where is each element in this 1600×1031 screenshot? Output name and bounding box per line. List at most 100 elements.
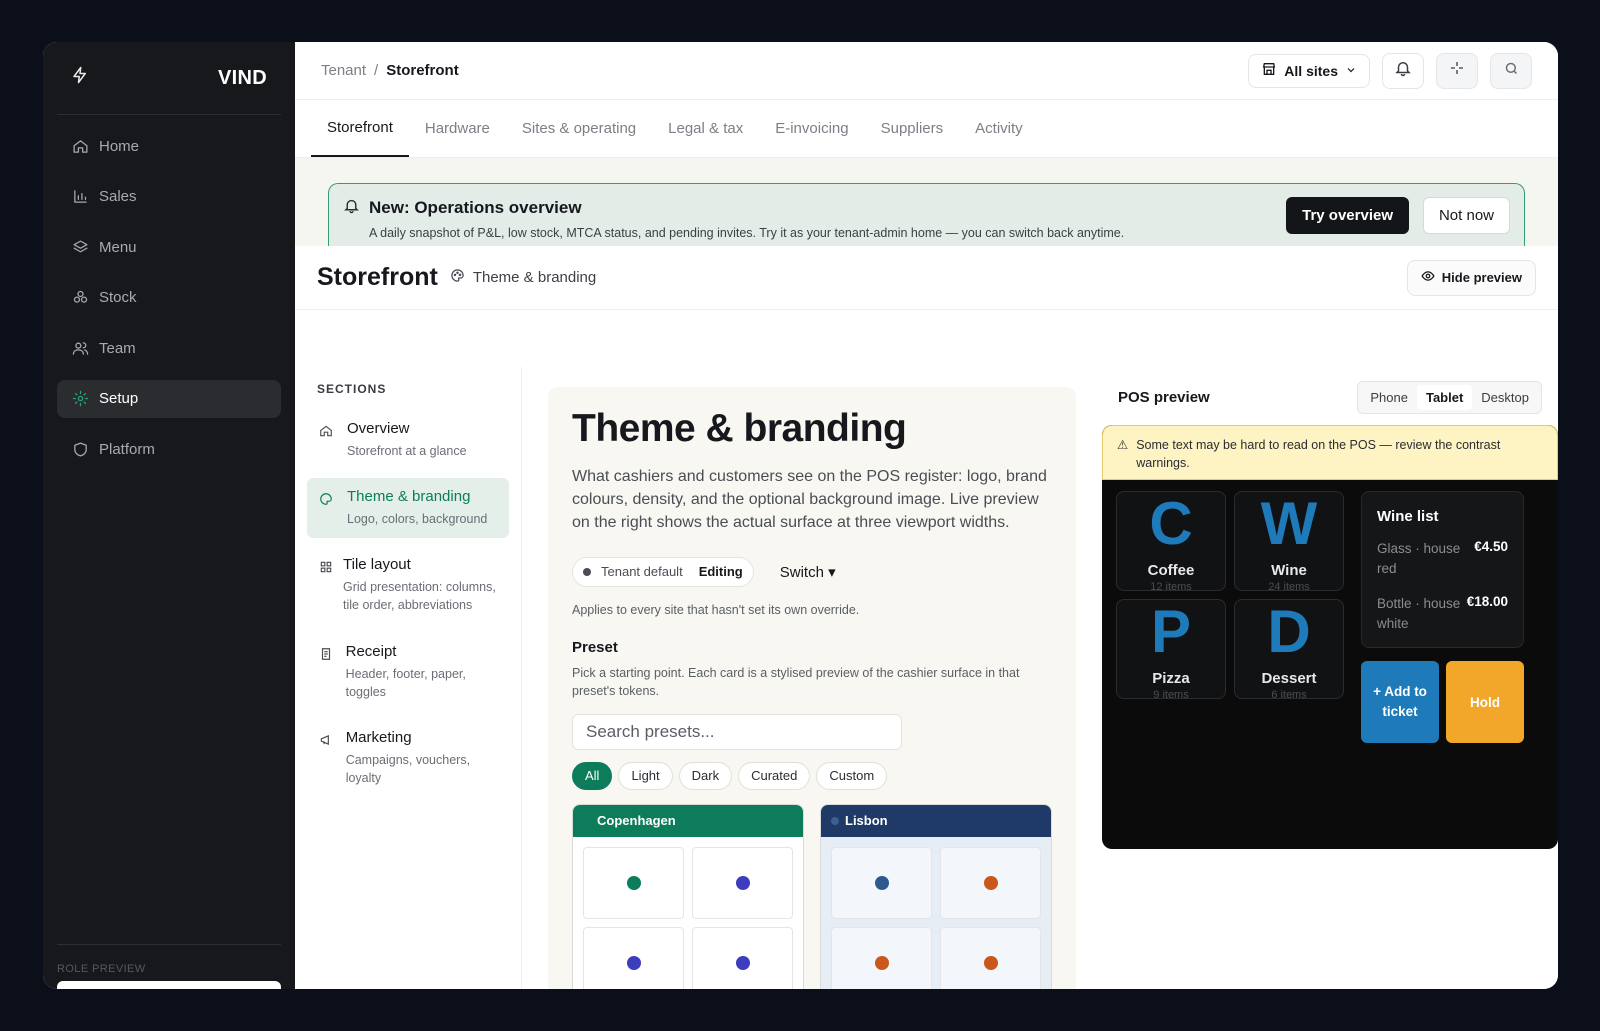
theme-description: What cashiers and customers see on the P… xyxy=(572,468,1047,532)
applies-note: Applies to every site that hasn't set it… xyxy=(572,602,860,617)
section-item-marketing[interactable]: Marketing Campaigns, vouchers, loyalty xyxy=(307,719,509,797)
category-count: 24 items xyxy=(1268,581,1310,593)
category-count: 9 items xyxy=(1153,689,1189,701)
wine-price: €18.00 xyxy=(1466,593,1508,609)
sidebar-item-sales[interactable]: Sales xyxy=(57,178,281,216)
subtitle-text: Theme & branding xyxy=(472,269,597,286)
hide-preview-button[interactable]: Hide preview xyxy=(1406,259,1536,296)
viewport-tablet[interactable]: Tablet xyxy=(1416,385,1473,410)
scope-default[interactable]: Tenant default xyxy=(601,564,683,579)
brand-name: VIND xyxy=(218,66,267,89)
section-description: Grid presentation: columns, tile order, … xyxy=(343,580,496,613)
section-item-overview[interactable]: Overview Storefront at a glance xyxy=(307,410,509,470)
category-tile-dessert[interactable]: D Dessert 6 items xyxy=(1234,598,1344,701)
tab-sites-operating[interactable]: Sites & operating xyxy=(506,100,652,157)
tab-e-invoicing[interactable]: E-invoicing xyxy=(759,100,864,157)
section-description: Logo, colors, background xyxy=(347,512,488,527)
bolt-icon[interactable] xyxy=(71,65,89,91)
tab-activity[interactable]: Activity xyxy=(959,100,1039,157)
ai-assist-button[interactable] xyxy=(1436,52,1478,89)
all-sites-label: All sites xyxy=(1284,62,1338,79)
not-now-button[interactable]: Not now xyxy=(1422,197,1510,234)
search-button[interactable] xyxy=(1490,52,1532,89)
sidebar-item-setup[interactable]: Setup xyxy=(57,379,281,418)
theme-panel: Theme & branding What cashiers and custo… xyxy=(522,367,1102,989)
role-preview-select[interactable] xyxy=(57,981,281,989)
try-overview-button[interactable]: Try overview xyxy=(1286,197,1409,234)
main: Tenant / Storefront All sites Storefront… xyxy=(295,42,1558,989)
sidebar-item-label: Stock xyxy=(99,289,137,306)
preset-tile xyxy=(831,846,932,919)
viewport-desktop[interactable]: Desktop xyxy=(1472,385,1538,410)
sidebar-item-menu[interactable]: Menu xyxy=(57,228,281,266)
page-title: Storefront xyxy=(317,263,438,291)
sidebar-item-stock[interactable]: Stock xyxy=(57,279,281,317)
pos-surface: ⚠ Some text may be hard to read on the P… xyxy=(1102,425,1558,849)
sidebar-item-platform[interactable]: Platform xyxy=(57,430,281,468)
all-sites-dropdown[interactable]: All sites xyxy=(1248,53,1370,88)
breadcrumb-tenant[interactable]: Tenant xyxy=(321,62,366,79)
viewport-switch: Phone Tablet Desktop xyxy=(1357,381,1542,414)
preset-tile xyxy=(692,926,793,989)
preset-description: Pick a starting point. Each card is a st… xyxy=(572,665,1020,698)
eye-icon xyxy=(1421,269,1435,286)
preset-tile xyxy=(940,926,1041,989)
scope-editing[interactable]: Editing xyxy=(692,564,749,580)
grid-icon xyxy=(319,556,333,614)
sidebar-item-label: Platform xyxy=(99,440,155,458)
preset-search-input[interactable]: Search presets... xyxy=(572,713,902,750)
category-count: 12 items xyxy=(1150,581,1192,593)
category-name: Dessert xyxy=(1261,670,1317,687)
dot-icon xyxy=(831,816,839,825)
shield-icon xyxy=(71,440,89,458)
palette-icon xyxy=(319,488,337,528)
notifications-button[interactable] xyxy=(1382,52,1424,89)
section-title: Tile layout xyxy=(343,556,411,574)
theme-title: Theme & branding xyxy=(572,407,907,450)
preset-card-header: Lisbon xyxy=(821,804,1051,837)
preset-name: Copenhagen xyxy=(597,813,676,829)
preview-title: POS preview xyxy=(1118,389,1210,406)
banner-area: New: Operations overview A daily snapsho… xyxy=(295,158,1558,246)
chip-all[interactable]: All xyxy=(572,761,613,790)
sidebar-item-home[interactable]: Home xyxy=(57,127,281,165)
add-to-ticket-button[interactable]: + Add to ticket xyxy=(1361,661,1439,743)
section-description: Campaigns, vouchers, loyalty xyxy=(345,752,471,785)
category-tile-coffee[interactable]: C Coffee 12 items xyxy=(1116,491,1226,593)
sparkle-icon xyxy=(1449,60,1465,81)
switch-dropdown[interactable]: Switch ▾ xyxy=(780,563,836,581)
sidebar-nav: Home Sales Menu Stock Team Setup Platform xyxy=(43,115,295,493)
wine-name: Glass · house red xyxy=(1377,541,1461,577)
category-letter: D xyxy=(1267,598,1311,665)
hold-button[interactable]: Hold xyxy=(1446,661,1524,743)
preset-card-lisbon[interactable]: LisbonADDHOLD xyxy=(820,803,1052,989)
chip-custom[interactable]: Custom xyxy=(816,761,888,790)
viewport-phone[interactable]: Phone xyxy=(1361,385,1417,410)
tab-legal-tax[interactable]: Legal & tax xyxy=(652,100,759,157)
wine-price: €4.50 xyxy=(1474,539,1508,554)
section-item-tile-layout[interactable]: Tile layout Grid presentation: columns, t… xyxy=(307,546,509,624)
category-tile-pizza[interactable]: P Pizza 9 items xyxy=(1116,598,1226,701)
chevron-down-icon xyxy=(1345,63,1357,79)
scope-toggle[interactable]: Tenant default Editing xyxy=(572,556,754,587)
wine-list-row[interactable]: Bottle · house white €18.00 xyxy=(1377,594,1508,635)
chip-light[interactable]: Light xyxy=(618,761,673,790)
sidebar-item-team[interactable]: Team xyxy=(57,329,281,367)
tab-hardware[interactable]: Hardware xyxy=(409,100,506,157)
layers-icon xyxy=(71,238,89,256)
page-header: Storefront Theme & branding Hide preview xyxy=(295,246,1558,310)
section-item-theme-branding[interactable]: Theme & branding Logo, colors, background xyxy=(307,478,509,539)
chip-curated[interactable]: Curated xyxy=(738,761,811,790)
chip-dark[interactable]: Dark xyxy=(678,761,733,790)
section-item-receipt[interactable]: Receipt Header, footer, paper, toggles xyxy=(307,633,509,711)
category-letter: P xyxy=(1150,598,1192,665)
tab-bar: Storefront Hardware Sites & operating Legal… xyxy=(295,100,1558,158)
tab-suppliers[interactable]: Suppliers xyxy=(865,100,960,157)
tab-storefront[interactable]: Storefront xyxy=(311,100,409,157)
preset-tile xyxy=(583,926,684,989)
category-grid: C Coffee 12 items W Wine 24 items P Pizza 9 item… xyxy=(1116,491,1344,701)
sections-label: SECTIONS xyxy=(317,382,387,396)
category-tile-wine[interactable]: W Wine 24 items xyxy=(1234,491,1344,593)
preset-card-copenhagen[interactable]: CopenhagenADDHOLD xyxy=(572,803,804,989)
wine-list-row[interactable]: Glass · house red €4.50 xyxy=(1377,539,1508,580)
